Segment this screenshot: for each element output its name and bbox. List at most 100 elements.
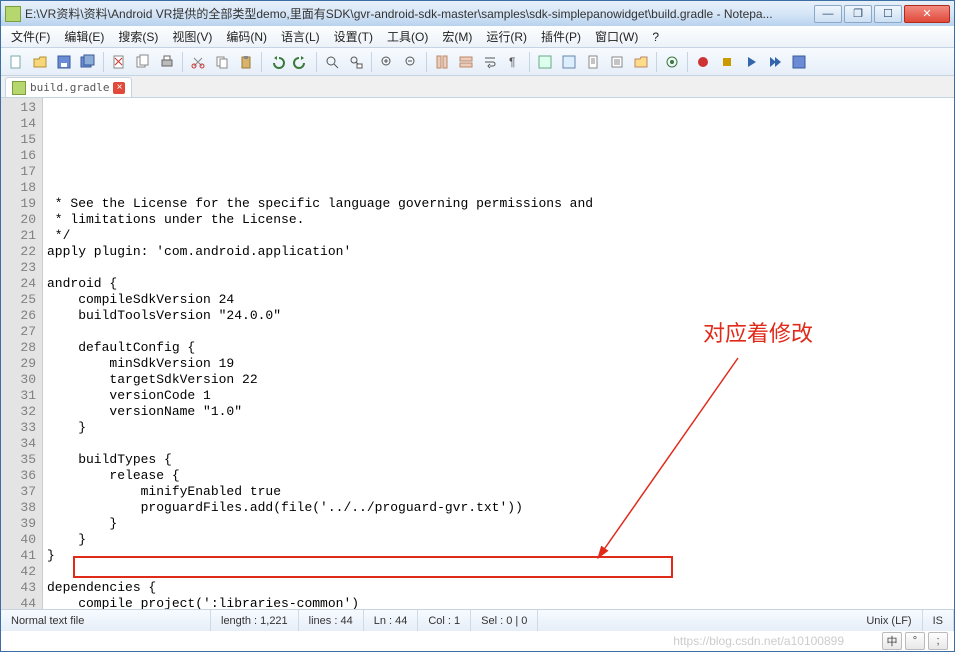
replace-icon[interactable] [345,51,367,73]
menu-window[interactable]: 窗口(W) [589,26,644,47]
menu-tools[interactable]: 工具(O) [381,26,434,47]
window-controls: — ❐ ☐ ✕ [814,5,950,23]
toolbar-separator [261,52,262,72]
code-line[interactable]: dependencies { [47,580,950,596]
func-list-icon[interactable] [606,51,628,73]
tab-build-gradle[interactable]: build.gradle × [5,77,132,97]
bottom-row: https://blog.csdn.net/a10100899 中 ° ; [1,631,954,651]
watermark-text: https://blog.csdn.net/a10100899 [673,634,844,648]
minimize-button[interactable]: — [814,5,842,23]
code-line[interactable]: buildToolsVersion "24.0.0" [47,308,950,324]
sync-h-icon[interactable] [455,51,477,73]
folder-icon[interactable] [630,51,652,73]
close-button[interactable]: ✕ [904,5,950,23]
print-icon[interactable] [156,51,178,73]
code-line[interactable]: compileSdkVersion 24 [47,292,950,308]
code-line[interactable]: release { [47,468,950,484]
code-line[interactable]: } [47,532,950,548]
line-number: 27 [3,324,36,340]
new-file-icon[interactable] [5,51,27,73]
menu-encoding[interactable]: 编码(N) [220,26,273,47]
code-line[interactable]: } [47,420,950,436]
undo-icon[interactable] [266,51,288,73]
menu-view[interactable]: 视图(V) [166,26,218,47]
code-line[interactable] [47,436,950,452]
line-number: 18 [3,180,36,196]
menu-search[interactable]: 搜索(S) [112,26,164,47]
line-number: 35 [3,452,36,468]
code-line[interactable]: targetSdkVersion 22 [47,372,950,388]
status-sel: Sel : 0 | 0 [471,610,538,631]
ime-lang-button[interactable]: 中 [882,632,902,650]
menu-help[interactable]: ? [646,28,665,46]
toolbar-separator [426,52,427,72]
code-area[interactable]: 对应着修改 * See the License for the specific… [43,98,954,609]
play-icon[interactable] [740,51,762,73]
ime-full-button[interactable]: ; [928,632,948,650]
code-line[interactable]: defaultConfig { [47,340,950,356]
file-icon [12,81,26,95]
wrap-icon[interactable] [479,51,501,73]
menu-language[interactable]: 语言(L) [275,26,326,47]
record-icon[interactable] [692,51,714,73]
line-number: 20 [3,212,36,228]
status-lines: lines : 44 [299,610,364,631]
open-file-icon[interactable] [29,51,51,73]
find-icon[interactable] [321,51,343,73]
code-line[interactable] [47,324,950,340]
cut-icon[interactable] [187,51,209,73]
code-line[interactable]: apply plugin: 'com.android.application' [47,244,950,260]
code-line[interactable]: } [47,516,950,532]
menu-settings[interactable]: 设置(T) [328,26,379,47]
line-number: 38 [3,500,36,516]
menu-file[interactable]: 文件(F) [5,26,56,47]
code-line[interactable]: minSdkVersion 19 [47,356,950,372]
code-line[interactable]: */ [47,228,950,244]
lang-icon[interactable] [558,51,580,73]
restore-button[interactable]: ❐ [844,5,872,23]
code-line[interactable] [47,260,950,276]
monitor-icon[interactable] [661,51,683,73]
close-all-icon[interactable] [132,51,154,73]
ime-punct-button[interactable]: ° [905,632,925,650]
menu-plugins[interactable]: 插件(P) [535,26,587,47]
menu-edit[interactable]: 编辑(E) [58,26,110,47]
maximize-button[interactable]: ☐ [874,5,902,23]
line-number: 37 [3,484,36,500]
menu-bar: 文件(F) 编辑(E) 搜索(S) 视图(V) 编码(N) 语言(L) 设置(T… [1,26,954,48]
code-editor[interactable]: 1314151617181920212223242526272829303132… [1,98,954,609]
doc-map-icon[interactable] [582,51,604,73]
copy-icon[interactable] [211,51,233,73]
code-line[interactable]: buildTypes { [47,452,950,468]
code-line[interactable]: minifyEnabled true [47,484,950,500]
code-line[interactable]: versionCode 1 [47,388,950,404]
code-line[interactable]: * See the License for the specific langu… [47,196,950,212]
tab-close-icon[interactable]: × [113,82,125,94]
title-bar[interactable]: E:\VR资料\资料\Android VR提供的全部类型demo,里面有SDK\… [1,1,954,26]
save-icon[interactable] [53,51,75,73]
code-line[interactable]: proguardFiles.add(file('../../proguard-g… [47,500,950,516]
code-line[interactable]: compile project(':libraries-common') [47,596,950,609]
window-title: E:\VR资料\资料\Android VR提供的全部类型demo,里面有SDK\… [25,5,814,22]
save-macro-icon[interactable] [788,51,810,73]
close-file-icon[interactable] [108,51,130,73]
zoom-in-icon[interactable] [376,51,398,73]
save-all-icon[interactable] [77,51,99,73]
sync-v-icon[interactable] [431,51,453,73]
menu-macro[interactable]: 宏(M) [436,26,478,47]
redo-icon[interactable] [290,51,312,73]
code-line[interactable]: versionName "1.0" [47,404,950,420]
zoom-out-icon[interactable] [400,51,422,73]
code-line[interactable]: * limitations under the License. [47,212,950,228]
menu-run[interactable]: 运行(R) [480,26,533,47]
paste-icon[interactable] [235,51,257,73]
code-line[interactable]: android { [47,276,950,292]
line-number: 39 [3,516,36,532]
show-chars-icon[interactable]: ¶ [503,51,525,73]
play-multi-icon[interactable] [764,51,786,73]
indent-guide-icon[interactable] [534,51,556,73]
tab-bar: build.gradle × [1,76,954,98]
stop-icon[interactable] [716,51,738,73]
line-number-gutter: 1314151617181920212223242526272829303132… [1,98,43,609]
status-col: Col : 1 [418,610,471,631]
